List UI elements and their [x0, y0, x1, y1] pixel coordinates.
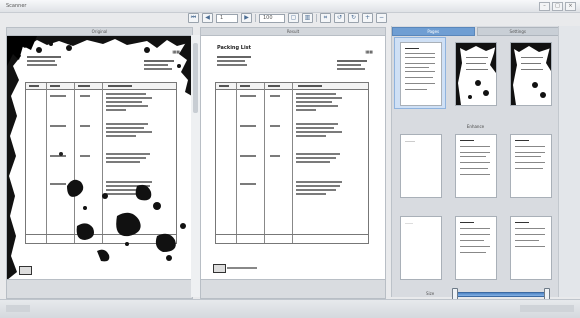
thumbnail-noise-variant[interactable]	[505, 38, 555, 108]
original-scan-page[interactable]: ▦▦	[6, 35, 193, 281]
packing-table	[25, 82, 177, 244]
document-title: Packing List	[217, 45, 252, 51]
status-segment	[520, 305, 574, 312]
thumbnail-page	[400, 216, 442, 280]
address-block	[217, 56, 251, 66]
title-bar: Scanner – □ ×	[0, 0, 580, 13]
ship-to-block	[337, 60, 367, 70]
rotate-left-icon[interactable]: ↺	[334, 13, 345, 23]
tab-pages[interactable]: Pages	[392, 27, 475, 36]
window-title: Scanner	[6, 3, 27, 9]
ship-to-block	[144, 60, 174, 70]
thumbnail-page	[455, 134, 497, 198]
thumbnail-clean-variant[interactable]	[450, 212, 500, 282]
zoom-out-icon[interactable]: −	[376, 13, 387, 23]
page-prev-icon[interactable]: ◀	[202, 13, 213, 23]
zoom-field[interactable]: 100	[259, 13, 285, 23]
thumbnail-page	[400, 134, 442, 198]
crop-icon[interactable]: ⌗	[320, 13, 331, 23]
zoom-in-icon[interactable]: +	[362, 13, 373, 23]
scrollbar-thumb[interactable]	[193, 43, 198, 113]
result-scan-page[interactable]: Packing List ▦▦	[200, 35, 386, 281]
status-bar	[0, 299, 580, 318]
double-view-icon[interactable]: ▥	[302, 13, 313, 23]
company-logo: ▦▦	[365, 49, 373, 54]
thumbnail-blank-variant[interactable]	[395, 130, 445, 200]
status-segment	[6, 305, 30, 312]
thumbnail-blank-variant[interactable]	[395, 212, 445, 282]
scanner-app-window: Scanner – □ × ⏮ ◀ 1 ▶ 100 ▢ ▥ ⌗ ↺ ↻ + − …	[0, 0, 580, 318]
close-button[interactable]: ×	[565, 2, 576, 11]
address-block	[27, 56, 61, 66]
center-scrollbar[interactable]	[191, 35, 200, 297]
toolbar-divider	[316, 14, 317, 22]
page-first-icon[interactable]: ⏮	[188, 13, 199, 23]
page-number-field[interactable]: 1	[216, 13, 238, 23]
maximize-button[interactable]: □	[552, 2, 563, 11]
thumbnail-page	[510, 42, 552, 106]
thumbnail-grid: Enhance	[392, 36, 559, 280]
size-slider-track[interactable]	[452, 292, 550, 297]
sidebar-tabs: Pages Settings	[392, 27, 559, 36]
thumbnail-page	[400, 42, 442, 106]
thumbnail-page	[455, 42, 497, 106]
thumbnail-clean-variant[interactable]	[505, 212, 555, 282]
seal-stamp	[19, 266, 32, 275]
packing-table	[215, 82, 369, 244]
single-view-icon[interactable]: ▢	[288, 13, 299, 23]
page-next-icon[interactable]: ▶	[241, 13, 252, 23]
thumbnail-page	[455, 216, 497, 280]
original-pane-footer	[6, 279, 193, 299]
thumbnail-clean-variant[interactable]	[450, 130, 500, 200]
thumbnail-original[interactable]	[394, 37, 446, 109]
size-slider-label: Size	[426, 291, 435, 296]
row-label-enhance: Enhance	[466, 124, 485, 129]
tab-settings[interactable]: Settings	[476, 27, 559, 36]
thumbnail-page	[510, 134, 552, 198]
minimize-button[interactable]: –	[539, 2, 550, 11]
result-pane-footer	[200, 279, 386, 299]
rotate-right-icon[interactable]: ↻	[348, 13, 359, 23]
stamp-caption	[227, 267, 257, 269]
thumbnail-noise-variant[interactable]	[450, 38, 500, 108]
company-logo: ▦▦	[172, 49, 180, 54]
thumbnail-sidebar: Pages Settings Enhance	[391, 26, 559, 297]
thumbnail-clean-variant[interactable]	[505, 130, 555, 200]
window-controls: – □ ×	[539, 2, 576, 11]
view-toolbar: ⏮ ◀ 1 ▶ 100 ▢ ▥ ⌗ ↺ ↻ + −	[188, 13, 400, 23]
table-header	[26, 83, 176, 90]
seal-stamp	[213, 264, 226, 273]
right-edge-panel	[558, 26, 580, 297]
thumbnail-page	[510, 216, 552, 280]
toolbar-divider	[255, 14, 256, 22]
